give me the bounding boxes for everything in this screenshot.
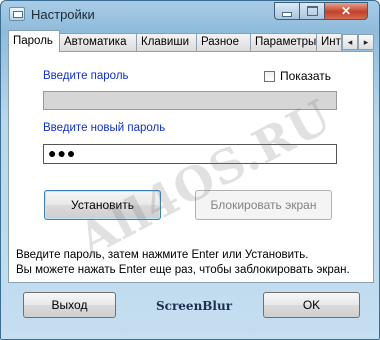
exit-button[interactable]: Выход: [23, 292, 116, 318]
window-title: Настройки: [31, 7, 95, 22]
brand-label: ScreenBlur: [156, 299, 233, 313]
set-password-button[interactable]: Установить: [44, 190, 161, 220]
maximize-icon: [306, 6, 318, 16]
new-password-label: Введите новый пароль: [43, 122, 166, 134]
close-button[interactable]: ✕: [324, 2, 368, 20]
current-password-field[interactable]: [43, 91, 337, 110]
help-text-line-2: Вы можете нажать Enter еще раз, чтобы за…: [16, 264, 350, 276]
tab-scroll-right-button[interactable]: ▸: [358, 34, 374, 50]
app-window-icon: [9, 7, 25, 21]
close-icon: ✕: [340, 4, 352, 18]
maximize-button[interactable]: [299, 2, 325, 20]
show-password-toggle[interactable]: Показать: [264, 69, 331, 83]
tab-misc[interactable]: Разное: [196, 33, 251, 51]
current-password-label: Введите пароль: [43, 70, 129, 82]
tab-interface[interactable]: Инте: [316, 33, 342, 51]
new-password-field[interactable]: ●●●: [43, 144, 337, 164]
password-tab-panel: Введите пароль Показать Введите новый па…: [8, 51, 374, 283]
lock-screen-button[interactable]: Блокировать экран: [195, 190, 332, 220]
chevron-right-icon: ▸: [363, 36, 369, 47]
chevron-left-icon: ◂: [347, 36, 353, 47]
ok-button[interactable]: OK: [263, 292, 360, 318]
tab-automation[interactable]: Автоматика: [59, 33, 137, 51]
minimize-button[interactable]: [274, 2, 300, 20]
tab-scroll-left-button[interactable]: ◂: [342, 34, 358, 50]
settings-window: Настройки ✕ Пароль Автоматика Клавиши Ра…: [0, 0, 380, 340]
help-text-line-1: Введите пароль, затем нажмите Enter или …: [16, 249, 309, 261]
minimize-icon: [282, 11, 292, 17]
title-bar[interactable]: Настройки ✕: [1, 1, 379, 29]
tab-strip: Пароль Автоматика Клавиши Разное Парамет…: [8, 29, 374, 52]
tab-password[interactable]: Пароль: [8, 30, 60, 52]
show-password-checkbox[interactable]: [264, 70, 275, 82]
tab-parameters[interactable]: Параметры: [250, 33, 317, 51]
show-password-label: Показать: [280, 69, 332, 83]
tab-keys[interactable]: Клавиши: [136, 33, 197, 51]
